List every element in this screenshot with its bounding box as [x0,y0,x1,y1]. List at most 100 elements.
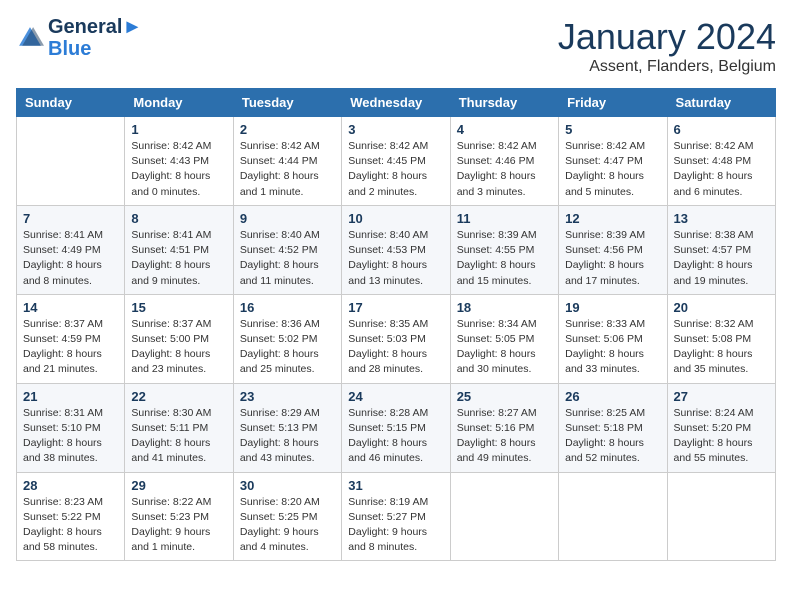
day-number: 29 [131,478,226,493]
day-info: Sunrise: 8:31 AMSunset: 5:10 PMDaylight:… [23,406,118,467]
day-number: 24 [348,389,443,404]
logo-icon [16,24,44,52]
calendar-cell [450,472,558,561]
day-number: 26 [565,389,660,404]
day-number: 19 [565,300,660,315]
calendar-cell: 29 Sunrise: 8:22 AMSunset: 5:23 PMDayligh… [125,472,233,561]
calendar-cell [559,472,667,561]
calendar-cell: 4 Sunrise: 8:42 AMSunset: 4:46 PMDaylight… [450,117,558,206]
day-info: Sunrise: 8:37 AMSunset: 4:59 PMDaylight:… [23,317,118,378]
calendar-cell: 19 Sunrise: 8:33 AMSunset: 5:06 PMDayligh… [559,294,667,383]
day-number: 10 [348,211,443,226]
day-info: Sunrise: 8:38 AMSunset: 4:57 PMDaylight:… [674,228,769,289]
day-info: Sunrise: 8:36 AMSunset: 5:02 PMDaylight:… [240,317,335,378]
day-info: Sunrise: 8:30 AMSunset: 5:11 PMDaylight:… [131,406,226,467]
logo-text: General► Blue [48,16,142,60]
day-info: Sunrise: 8:19 AMSunset: 5:27 PMDaylight:… [348,495,443,556]
calendar-cell: 16 Sunrise: 8:36 AMSunset: 5:02 PMDayligh… [233,294,341,383]
day-number: 4 [457,122,552,137]
day-number: 8 [131,211,226,226]
calendar-cell: 25 Sunrise: 8:27 AMSunset: 5:16 PMDayligh… [450,383,558,472]
day-info: Sunrise: 8:42 AMSunset: 4:44 PMDaylight:… [240,139,335,200]
calendar-cell: 8 Sunrise: 8:41 AMSunset: 4:51 PMDaylight… [125,205,233,294]
calendar-cell: 27 Sunrise: 8:24 AMSunset: 5:20 PMDayligh… [667,383,775,472]
day-number: 27 [674,389,769,404]
day-number: 1 [131,122,226,137]
day-info: Sunrise: 8:27 AMSunset: 5:16 PMDaylight:… [457,406,552,467]
day-number: 6 [674,122,769,137]
calendar-cell: 22 Sunrise: 8:30 AMSunset: 5:11 PMDayligh… [125,383,233,472]
day-info: Sunrise: 8:33 AMSunset: 5:06 PMDaylight:… [565,317,660,378]
weekday-header-wednesday: Wednesday [342,89,450,117]
calendar-cell: 5 Sunrise: 8:42 AMSunset: 4:47 PMDaylight… [559,117,667,206]
calendar-cell: 23 Sunrise: 8:29 AMSunset: 5:13 PMDayligh… [233,383,341,472]
day-info: Sunrise: 8:25 AMSunset: 5:18 PMDaylight:… [565,406,660,467]
location: Assent, Flanders, Belgium [558,58,776,76]
day-info: Sunrise: 8:35 AMSunset: 5:03 PMDaylight:… [348,317,443,378]
day-info: Sunrise: 8:32 AMSunset: 5:08 PMDaylight:… [674,317,769,378]
day-info: Sunrise: 8:41 AMSunset: 4:51 PMDaylight:… [131,228,226,289]
logo: General► Blue [16,16,142,60]
calendar-cell: 13 Sunrise: 8:38 AMSunset: 4:57 PMDayligh… [667,205,775,294]
day-info: Sunrise: 8:23 AMSunset: 5:22 PMDaylight:… [23,495,118,556]
title-block: January 2024 Assent, Flanders, Belgium [558,16,776,76]
week-row-2: 7Sunrise: 8:41 AMSunset: 4:49 PMDaylight… [17,205,776,294]
week-row-5: 28 Sunrise: 8:23 AMSunset: 5:22 PMDayligh… [17,472,776,561]
day-number: 3 [348,122,443,137]
day-info: Sunrise: 8:40 AMSunset: 4:53 PMDaylight:… [348,228,443,289]
day-number: 2 [240,122,335,137]
calendar-cell: 2 Sunrise: 8:42 AMSunset: 4:44 PMDaylight… [233,117,341,206]
day-number: 30 [240,478,335,493]
day-info: Sunrise: 8:37 AMSunset: 5:00 PMDaylight:… [131,317,226,378]
calendar-cell: 26 Sunrise: 8:25 AMSunset: 5:18 PMDayligh… [559,383,667,472]
day-number: 7 [23,211,118,226]
day-info: Sunrise: 8:29 AMSunset: 5:13 PMDaylight:… [240,406,335,467]
day-number: 28 [23,478,118,493]
weekday-header-saturday: Saturday [667,89,775,117]
day-number: 11 [457,211,552,226]
calendar-cell: 9Sunrise: 8:40 AMSunset: 4:52 PMDaylight… [233,205,341,294]
day-info: Sunrise: 8:42 AMSunset: 4:46 PMDaylight:… [457,139,552,200]
calendar-cell: 14 Sunrise: 8:37 AMSunset: 4:59 PMDayligh… [17,294,125,383]
calendar-cell: 28 Sunrise: 8:23 AMSunset: 5:22 PMDayligh… [17,472,125,561]
day-number: 25 [457,389,552,404]
day-number: 14 [23,300,118,315]
day-number: 22 [131,389,226,404]
day-number: 16 [240,300,335,315]
weekday-header-monday: Monday [125,89,233,117]
calendar-cell: 1 Sunrise: 8:42 AMSunset: 4:43 PMDaylight… [125,117,233,206]
day-info: Sunrise: 8:22 AMSunset: 5:23 PMDaylight:… [131,495,226,556]
weekday-header-sunday: Sunday [17,89,125,117]
page-header: General► Blue January 2024 Assent, Fland… [16,16,776,76]
weekday-header-row: SundayMondayTuesdayWednesdayThursdayFrid… [17,89,776,117]
day-info: Sunrise: 8:42 AMSunset: 4:48 PMDaylight:… [674,139,769,200]
calendar-cell: 3 Sunrise: 8:42 AMSunset: 4:45 PMDaylight… [342,117,450,206]
day-info: Sunrise: 8:42 AMSunset: 4:43 PMDaylight:… [131,139,226,200]
calendar-cell: 12Sunrise: 8:39 AMSunset: 4:56 PMDayligh… [559,205,667,294]
week-row-4: 21 Sunrise: 8:31 AMSunset: 5:10 PMDayligh… [17,383,776,472]
calendar-cell: 24Sunrise: 8:28 AMSunset: 5:15 PMDayligh… [342,383,450,472]
calendar-cell: 17 Sunrise: 8:35 AMSunset: 5:03 PMDayligh… [342,294,450,383]
calendar-cell: 7Sunrise: 8:41 AMSunset: 4:49 PMDaylight… [17,205,125,294]
calendar-cell [667,472,775,561]
calendar: SundayMondayTuesdayWednesdayThursdayFrid… [16,88,776,561]
day-info: Sunrise: 8:24 AMSunset: 5:20 PMDaylight:… [674,406,769,467]
weekday-header-friday: Friday [559,89,667,117]
day-number: 17 [348,300,443,315]
calendar-cell: 18 Sunrise: 8:34 AMSunset: 5:05 PMDayligh… [450,294,558,383]
day-number: 13 [674,211,769,226]
day-number: 5 [565,122,660,137]
day-info: Sunrise: 8:42 AMSunset: 4:45 PMDaylight:… [348,139,443,200]
day-number: 20 [674,300,769,315]
day-info: Sunrise: 8:42 AMSunset: 4:47 PMDaylight:… [565,139,660,200]
day-number: 21 [23,389,118,404]
calendar-cell: 31 Sunrise: 8:19 AMSunset: 5:27 PMDayligh… [342,472,450,561]
day-number: 23 [240,389,335,404]
day-info: Sunrise: 8:40 AMSunset: 4:52 PMDaylight:… [240,228,335,289]
weekday-header-thursday: Thursday [450,89,558,117]
day-info: Sunrise: 8:34 AMSunset: 5:05 PMDaylight:… [457,317,552,378]
calendar-cell [17,117,125,206]
day-number: 18 [457,300,552,315]
day-number: 31 [348,478,443,493]
calendar-cell: 6 Sunrise: 8:42 AMSunset: 4:48 PMDaylight… [667,117,775,206]
